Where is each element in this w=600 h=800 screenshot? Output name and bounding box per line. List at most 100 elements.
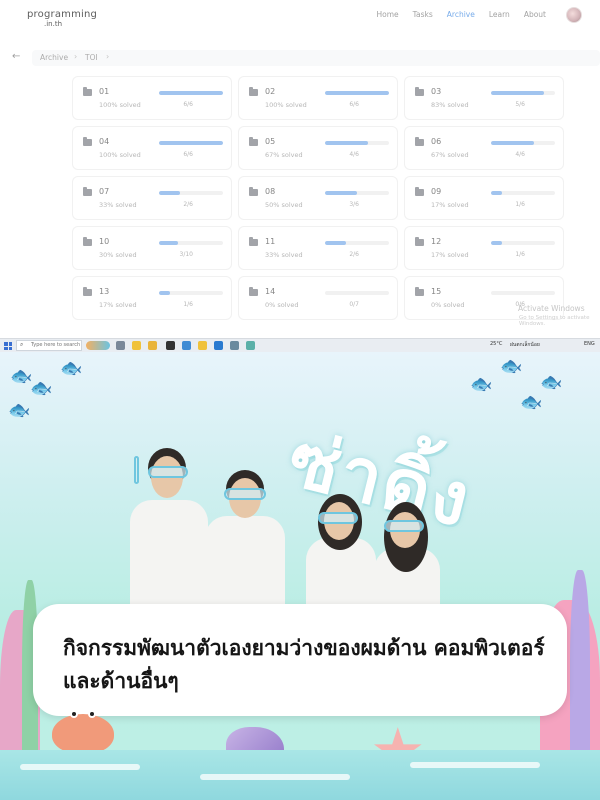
progress-bar — [491, 191, 555, 195]
contest-card[interactable]: 07 33% solved 2/6 — [72, 176, 232, 220]
contest-number: 03 — [431, 87, 442, 96]
progress-bar — [325, 191, 389, 195]
solved-percent: 33% solved — [265, 251, 303, 259]
progress-fill — [159, 191, 181, 195]
solved-percent: 83% solved — [431, 101, 469, 109]
app-icon[interactable] — [166, 341, 175, 350]
taskbar-widget[interactable] — [86, 341, 110, 350]
contest-card[interactable]: 04 100% solved 6/6 — [72, 126, 232, 170]
snorkel-icon — [134, 456, 139, 484]
breadcrumb-archive[interactable]: Archive — [40, 53, 68, 62]
crab-decoration — [52, 710, 114, 754]
progress-bar — [325, 91, 389, 95]
folder-icon — [249, 287, 258, 296]
contest-number: 10 — [99, 237, 110, 246]
progress-bar — [159, 141, 223, 145]
goggles-icon — [224, 488, 266, 500]
contest-card[interactable]: 10 30% solved 3/10 — [72, 226, 232, 270]
solved-percent: 33% solved — [99, 201, 137, 209]
goggles-icon — [384, 520, 424, 532]
app-icon[interactable] — [230, 341, 239, 350]
solved-count: 1/6 — [183, 301, 193, 308]
folder-icon — [415, 237, 424, 246]
poster: 🐟 🐟 🐟 🐟 🐟 🐟 🐟 🐟 ซ่าดิ้ง กิจกรรมพัฒนาตัวเ… — [0, 352, 600, 800]
progress-fill — [159, 91, 223, 95]
folder-icon — [83, 87, 92, 96]
progress-fill — [159, 141, 223, 145]
contest-card[interactable]: 14 0% solved 0/7 — [238, 276, 398, 320]
weather-description[interactable]: ฝนตกเล็กน้อย — [510, 341, 540, 349]
solved-percent: 17% solved — [99, 301, 137, 309]
contest-card[interactable]: 15 0% solved 0/6 — [404, 276, 564, 320]
breadcrumb-toi[interactable]: TOI — [85, 53, 98, 62]
solved-count: 6/6 — [183, 151, 193, 158]
back-arrow-icon[interactable]: ← — [12, 51, 20, 62]
progress-bar — [159, 291, 223, 295]
contest-card[interactable]: 13 17% solved 1/6 — [72, 276, 232, 320]
progress-bar — [491, 141, 555, 145]
contest-number: 11 — [265, 237, 276, 246]
windows-start-icon[interactable] — [4, 342, 12, 350]
taskbar-search[interactable]: ⌕ Type here to search — [16, 340, 82, 351]
windows-taskbar: ⌕ Type here to search 25°C ฝนตกเล็กน้อย … — [0, 338, 600, 352]
nav-home[interactable]: Home — [377, 10, 399, 19]
progress-bar — [325, 241, 389, 245]
solved-count: 1/6 — [515, 201, 525, 208]
app-icon[interactable] — [246, 341, 255, 350]
task-view-icon[interactable] — [116, 341, 125, 350]
solved-count: 3/10 — [179, 251, 193, 258]
solved-percent: 67% solved — [431, 151, 469, 159]
site-logo[interactable]: programming .in.th — [27, 6, 97, 28]
contest-card[interactable]: 06 67% solved 4/6 — [404, 126, 564, 170]
fish-decoration: 🐟 — [30, 378, 53, 399]
user-avatar[interactable] — [566, 7, 582, 23]
contest-card[interactable]: 12 17% solved 1/6 — [404, 226, 564, 270]
solved-percent: 67% solved — [265, 151, 303, 159]
file-explorer-icon[interactable] — [148, 341, 157, 350]
goggles-icon — [148, 466, 188, 478]
progress-fill — [325, 141, 368, 145]
nav-learn[interactable]: Learn — [489, 10, 510, 19]
solved-count: 5/6 — [515, 101, 525, 108]
contest-card[interactable]: 01 100% solved 6/6 — [72, 76, 232, 120]
progress-bar — [491, 241, 555, 245]
solved-count: 6/6 — [183, 101, 193, 108]
nav-archive[interactable]: Archive — [447, 10, 475, 19]
contest-card[interactable]: 03 83% solved 5/6 — [404, 76, 564, 120]
folder-icon — [249, 137, 258, 146]
language-indicator[interactable]: ENG — [584, 341, 595, 347]
contest-number: 13 — [99, 287, 110, 296]
contest-number: 04 — [99, 137, 110, 146]
folder-icon — [249, 87, 258, 96]
contest-card[interactable]: 08 50% solved 3/6 — [238, 176, 398, 220]
nav-about[interactable]: About — [524, 10, 546, 19]
contest-card[interactable]: 09 17% solved 1/6 — [404, 176, 564, 220]
fish-decoration: 🐟 — [470, 374, 493, 395]
folder-icon — [83, 137, 92, 146]
solved-percent: 30% solved — [99, 251, 137, 259]
nav-tasks[interactable]: Tasks — [413, 10, 433, 19]
fish-decoration: 🐟 — [500, 356, 523, 377]
progress-fill — [491, 141, 534, 145]
solved-count: 4/6 — [349, 151, 359, 158]
chrome-icon[interactable] — [198, 341, 207, 350]
progress-fill — [491, 91, 545, 95]
progress-fill — [491, 241, 502, 245]
folder-icon — [83, 287, 92, 296]
contest-card[interactable]: 11 33% solved 2/6 — [238, 226, 398, 270]
edge-icon[interactable] — [182, 341, 191, 350]
chrome-icon[interactable] — [132, 341, 141, 350]
fish-decoration: 🐟 — [540, 372, 563, 393]
contest-number: 05 — [265, 137, 276, 146]
progress-bar — [159, 191, 223, 195]
progress-fill — [159, 291, 170, 295]
contest-card[interactable]: 05 67% solved 4/6 — [238, 126, 398, 170]
caption-text: กิจกรรมพัฒนาตัวเองยามว่างของผมด้าน คอมพิ… — [63, 636, 545, 693]
solved-count: 3/6 — [349, 201, 359, 208]
taskbar-search-placeholder: Type here to search — [31, 342, 81, 348]
progress-fill — [325, 91, 389, 95]
weather-temp[interactable]: 25°C — [490, 341, 502, 347]
vscode-icon[interactable] — [214, 341, 223, 350]
folder-icon — [83, 237, 92, 246]
contest-card[interactable]: 02 100% solved 6/6 — [238, 76, 398, 120]
